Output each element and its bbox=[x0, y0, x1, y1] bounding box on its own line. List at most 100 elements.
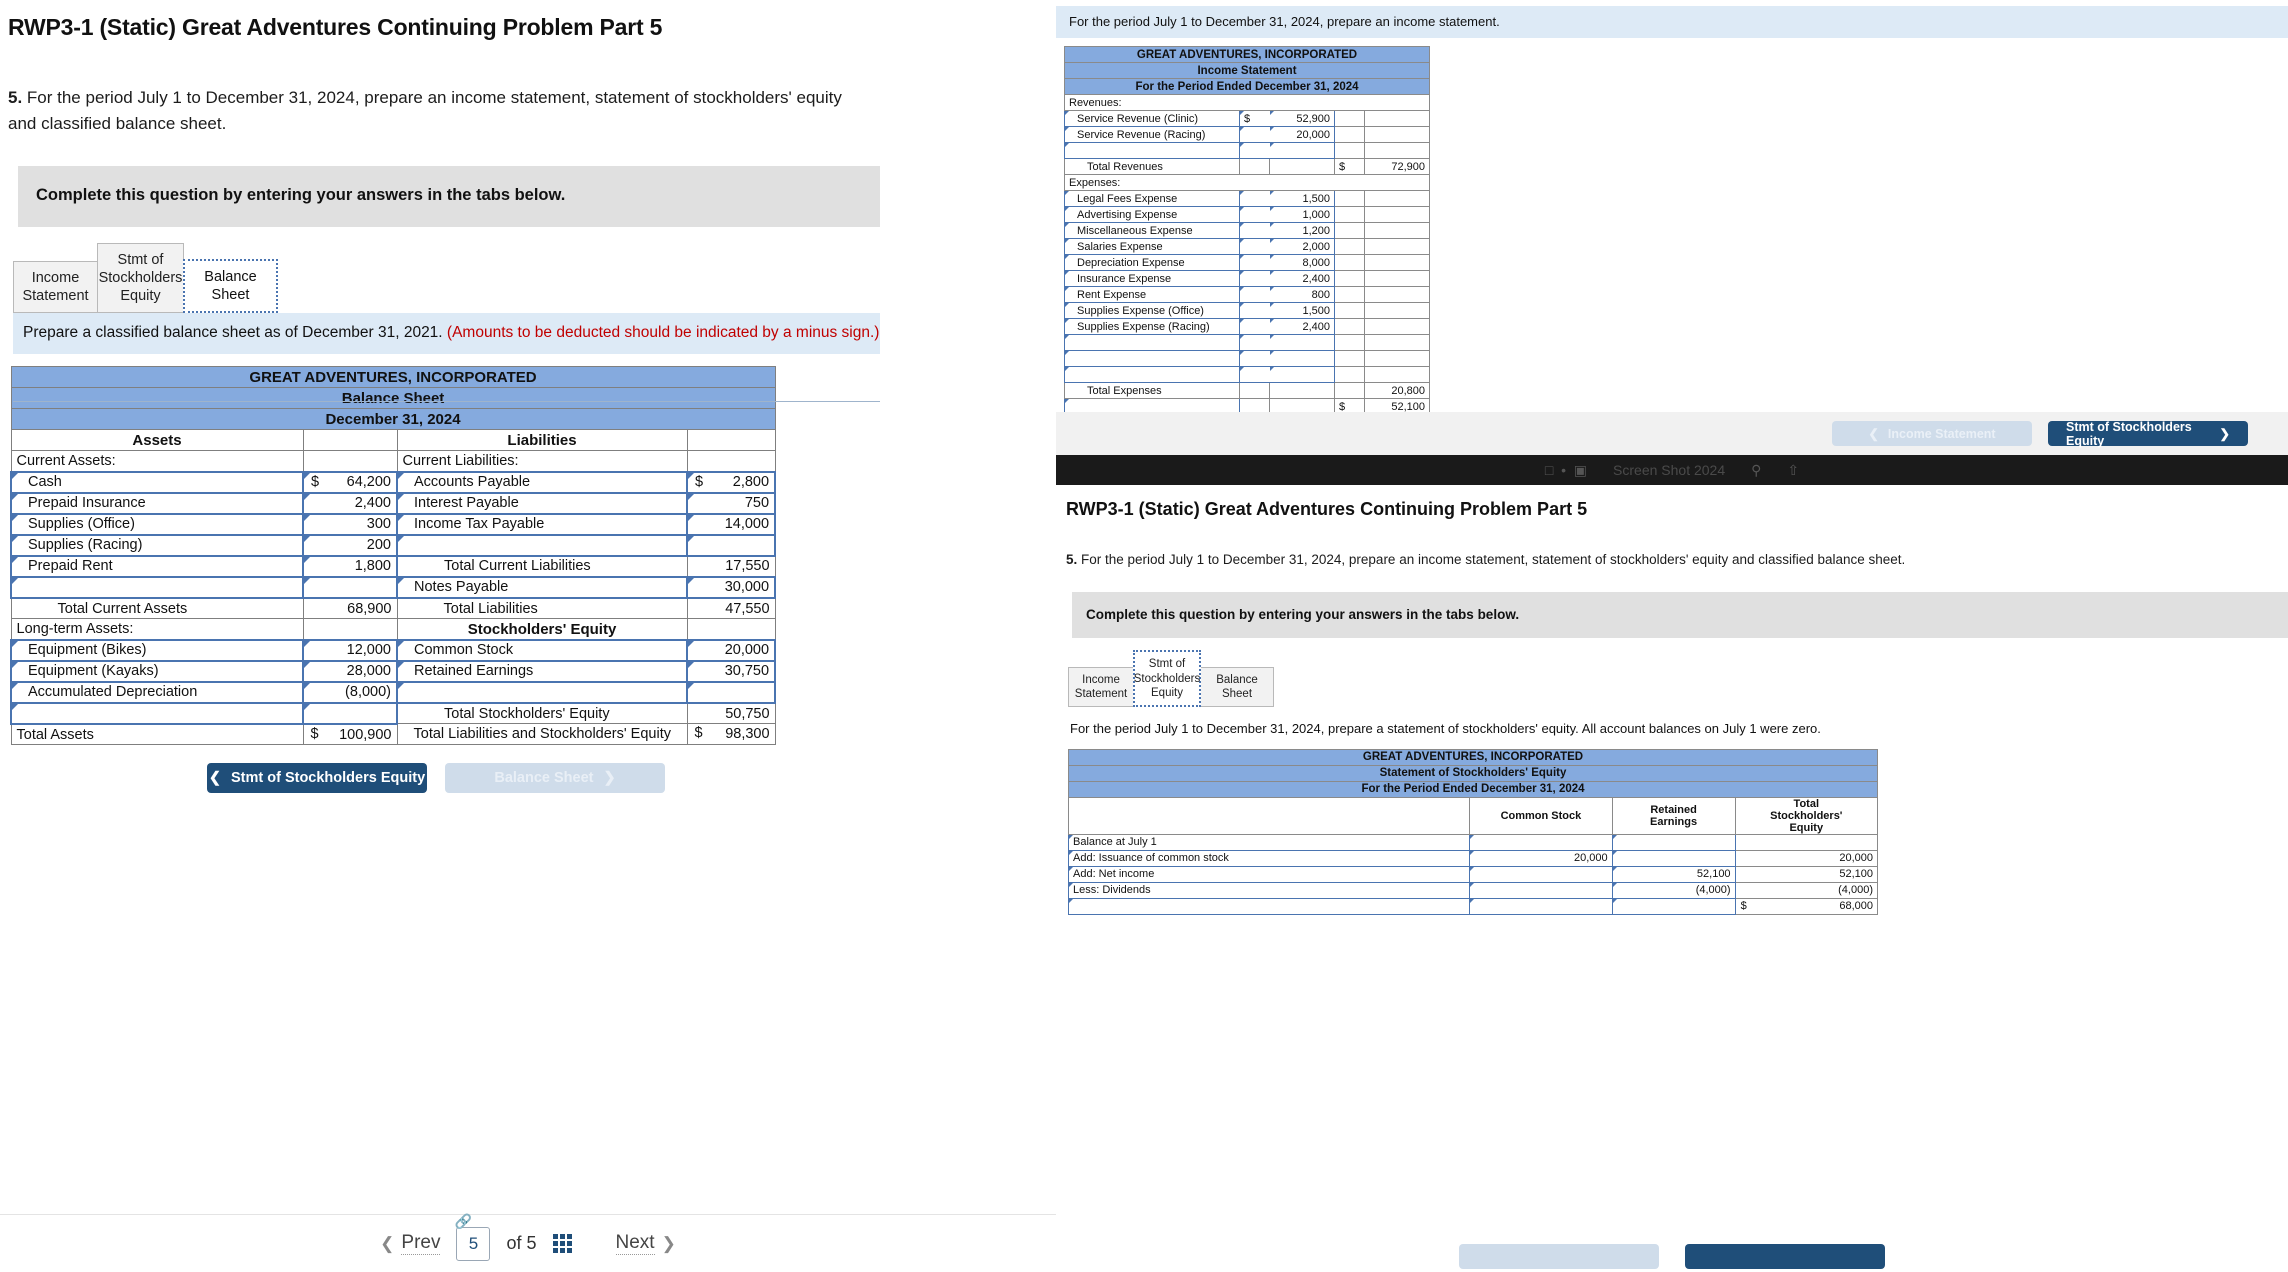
input-expense-label-8[interactable]: Supplies Expense (Racing) bbox=[1064, 318, 1240, 335]
input-asset-amount-3[interactable]: 200 bbox=[302, 533, 398, 557]
prev-income-statement-button[interactable]: ❮ Income Statement bbox=[1832, 421, 2032, 446]
tab-stmt-stockholders-equity[interactable]: Stmt of Stockholders Equity bbox=[97, 243, 184, 314]
input-revenue-amount-1[interactable]: 20,000 bbox=[1269, 126, 1335, 143]
input-asset-label-2[interactable]: Supplies (Office) bbox=[10, 512, 304, 536]
input-asset-label-0[interactable]: Cash bbox=[10, 470, 304, 494]
input-expense-amount-10[interactable] bbox=[1269, 350, 1335, 367]
shot-b-tab-income-statement[interactable]: Income Statement bbox=[1068, 666, 1134, 708]
input-liability-amount-2[interactable]: 14,000 bbox=[685, 512, 777, 536]
input-notes-payable-amount[interactable]: 30,000 bbox=[685, 575, 777, 599]
input-expense-label-11[interactable] bbox=[1064, 366, 1240, 383]
input-expense-amount-1[interactable]: 1,000 bbox=[1269, 206, 1335, 223]
input-equity-amount-0[interactable]: 20,000 bbox=[685, 638, 777, 662]
input-equity-label-2[interactable] bbox=[396, 680, 688, 704]
input-equity-label-1[interactable]: Retained Earnings bbox=[396, 659, 688, 683]
link-icon: 🔗 bbox=[454, 1212, 472, 1229]
input-equity-label-0[interactable]: Common Stock bbox=[396, 638, 688, 662]
input-expense-label-5[interactable]: Insurance Expense bbox=[1064, 270, 1240, 287]
input-revenue-label-0[interactable]: Service Revenue (Clinic) bbox=[1064, 110, 1240, 127]
input-revenue-label-1[interactable]: Service Revenue (Racing) bbox=[1064, 126, 1240, 143]
input-se-retained-1[interactable] bbox=[1611, 849, 1736, 867]
next-stmt-stockholders-equity-button[interactable]: Stmt of Stockholders Equity ❯ bbox=[2048, 420, 2248, 448]
input-se-retained-0[interactable] bbox=[1611, 833, 1736, 851]
input-asset-amount-0[interactable]: $64,200 bbox=[302, 470, 398, 494]
input-asset-amount-1[interactable]: 2,400 bbox=[302, 491, 398, 515]
input-se-common-4[interactable] bbox=[1469, 897, 1613, 915]
input-se-label-1[interactable]: Add: Issuance of common stock bbox=[1067, 849, 1471, 867]
shot-b-next-button[interactable] bbox=[1685, 1244, 1885, 1269]
input-se-common-2[interactable] bbox=[1469, 865, 1613, 883]
input-liability-label-1[interactable]: Interest Payable bbox=[396, 491, 688, 515]
input-longterm-label-0[interactable]: Equipment (Bikes) bbox=[10, 638, 304, 662]
input-expense-amount-8[interactable]: 2,400 bbox=[1269, 318, 1335, 335]
input-expense-amount-0[interactable]: 1,500 bbox=[1269, 190, 1335, 207]
input-longterm-amount-1[interactable]: 28,000 bbox=[302, 659, 398, 683]
input-liability-amount-1[interactable]: 750 bbox=[685, 491, 777, 515]
page-number-input[interactable]: 5 bbox=[456, 1226, 491, 1261]
input-revenue-amount-2[interactable] bbox=[1269, 142, 1335, 159]
input-expense-amount-9[interactable] bbox=[1269, 334, 1335, 351]
input-asset-amount-2[interactable]: 300 bbox=[302, 512, 398, 536]
shot-b-tab-stmt-stockholders-equity[interactable]: Stmt of Stockholders Equity bbox=[1133, 650, 1201, 708]
input-asset-label-5[interactable] bbox=[10, 575, 304, 599]
input-expense-amount-2[interactable]: 1,200 bbox=[1269, 222, 1335, 239]
input-expense-amount-11[interactable] bbox=[1269, 366, 1335, 383]
grid-view-icon[interactable] bbox=[552, 1234, 572, 1253]
input-asset-label-3[interactable]: Supplies (Racing) bbox=[10, 533, 304, 557]
input-expense-label-7[interactable]: Supplies Expense (Office) bbox=[1064, 302, 1240, 319]
input-liability-amount-3[interactable] bbox=[685, 533, 777, 557]
tab-balance-sheet[interactable]: Balance Sheet bbox=[183, 259, 278, 314]
input-se-label-0[interactable]: Balance at July 1 bbox=[1067, 833, 1471, 851]
next-balance-sheet-button[interactable]: Balance Sheet ❯ bbox=[445, 763, 665, 794]
input-equity-amount-1[interactable]: 30,750 bbox=[685, 659, 777, 683]
input-liability-label-3[interactable] bbox=[396, 533, 688, 557]
input-longterm-amount-0[interactable]: 12,000 bbox=[302, 638, 398, 662]
input-expense-amount-4[interactable]: 8,000 bbox=[1269, 254, 1335, 271]
input-expense-amount-3[interactable]: 2,000 bbox=[1269, 238, 1335, 255]
input-revenue-amount-0[interactable]: 52,900 bbox=[1269, 110, 1335, 127]
input-expense-label-0[interactable]: Legal Fees Expense bbox=[1064, 190, 1240, 207]
input-expense-label-6[interactable]: Rent Expense bbox=[1064, 286, 1240, 303]
input-notes-payable-label[interactable]: Notes Payable bbox=[396, 575, 688, 599]
input-se-common-1[interactable]: 20,000 bbox=[1469, 849, 1613, 867]
input-liability-amount-0[interactable]: $2,800 bbox=[685, 470, 777, 494]
input-se-common-3[interactable] bbox=[1469, 881, 1613, 899]
next-question-button[interactable]: Next ❯ bbox=[615, 1232, 676, 1255]
input-asset-amount-4[interactable]: 1,800 bbox=[302, 554, 398, 578]
input-expense-label-4[interactable]: Depreciation Expense bbox=[1064, 254, 1240, 271]
input-asset-amount-5[interactable] bbox=[302, 575, 398, 599]
input-equity-amount-2[interactable] bbox=[685, 680, 777, 704]
input-se-retained-2[interactable]: 52,100 bbox=[1611, 865, 1736, 883]
prev-stmt-stockholders-equity-button[interactable]: ❮ Stmt of Stockholders Equity bbox=[207, 763, 427, 794]
input-longterm-amount-3[interactable] bbox=[302, 701, 398, 725]
input-expense-label-2[interactable]: Miscellaneous Expense bbox=[1064, 222, 1240, 239]
input-liability-label-2[interactable]: Income Tax Payable bbox=[396, 512, 688, 536]
input-asset-label-1[interactable]: Prepaid Insurance bbox=[10, 491, 304, 515]
input-expense-amount-7[interactable]: 1,500 bbox=[1269, 302, 1335, 319]
shot-b-tab-balance-sheet[interactable]: Balance Sheet bbox=[1200, 666, 1274, 708]
input-se-retained-4[interactable] bbox=[1611, 897, 1736, 915]
input-liability-label-0[interactable]: Accounts Payable bbox=[396, 470, 688, 494]
input-asset-label-4[interactable]: Prepaid Rent bbox=[10, 554, 304, 578]
input-longterm-amount-2[interactable]: (8,000) bbox=[302, 680, 398, 704]
input-se-label-2[interactable]: Add: Net income bbox=[1067, 865, 1471, 883]
tab-income-statement[interactable]: Income Statement bbox=[13, 261, 98, 314]
input-longterm-label-3[interactable] bbox=[10, 701, 304, 725]
input-expense-amount-6[interactable]: 800 bbox=[1269, 286, 1335, 303]
input-expense-label-3[interactable]: Salaries Expense bbox=[1064, 238, 1240, 255]
input-revenue-label-2[interactable] bbox=[1064, 142, 1240, 159]
input-se-common-0[interactable] bbox=[1469, 833, 1613, 851]
input-expense-label-10[interactable] bbox=[1064, 350, 1240, 367]
input-expense-amount-5[interactable]: 2,400 bbox=[1269, 270, 1335, 287]
input-se-retained-3[interactable]: (4,000) bbox=[1611, 881, 1736, 899]
input-longterm-label-1[interactable]: Equipment (Kayaks) bbox=[10, 659, 304, 683]
shot-b-prev-button[interactable] bbox=[1459, 1244, 1659, 1269]
shot-b-nav bbox=[1056, 1244, 2288, 1272]
input-longterm-label-2[interactable]: Accumulated Depreciation bbox=[10, 680, 304, 704]
prev-question-button[interactable]: ❮ Prev bbox=[380, 1232, 441, 1255]
input-se-label-3[interactable]: Less: Dividends bbox=[1067, 881, 1471, 899]
input-expense-label-1[interactable]: Advertising Expense bbox=[1064, 206, 1240, 223]
answer-tabs: Income Statement Stmt of Stockholders Eq… bbox=[13, 243, 1056, 314]
input-expense-label-9[interactable] bbox=[1064, 334, 1240, 351]
input-se-label-4[interactable] bbox=[1067, 897, 1471, 915]
